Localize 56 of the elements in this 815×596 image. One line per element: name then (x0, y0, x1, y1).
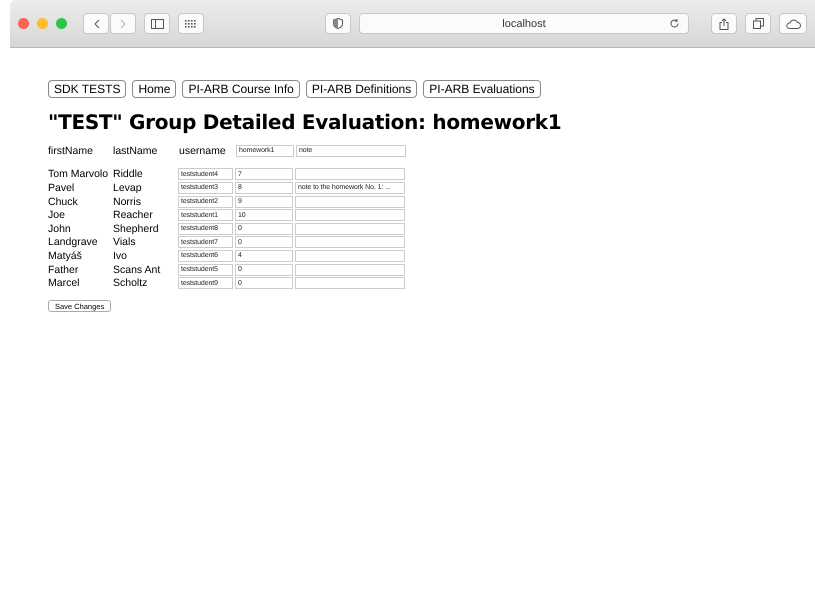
chevron-right-icon (120, 18, 126, 28)
tabs-icon (752, 18, 764, 29)
tabs-button[interactable] (745, 13, 771, 34)
nav-button[interactable]: PI-ARB Course Info (182, 80, 300, 98)
reload-icon[interactable] (669, 18, 680, 29)
sidebar-button[interactable] (144, 13, 170, 34)
first-name: Pavel (48, 182, 76, 194)
column-header: lastName (113, 144, 158, 157)
last-name: Vials (113, 236, 137, 248)
column-header: firstName (48, 144, 94, 157)
note-field[interactable] (295, 222, 405, 235)
last-name: Levap (113, 182, 143, 194)
last-name: Norris (113, 196, 142, 208)
last-name: Reacher (113, 209, 154, 222)
last-name: Ivo (113, 250, 128, 262)
first-name: Joe (48, 209, 66, 222)
first-name: Tom Marvolo (48, 168, 110, 180)
share-icon (719, 18, 729, 30)
cloud-icon (785, 18, 801, 28)
address-bar[interactable]: localhost (359, 13, 689, 34)
last-name: Scholtz (113, 277, 148, 290)
chevron-left-icon (92, 18, 100, 28)
back-button[interactable] (83, 13, 109, 34)
first-name: Father (48, 264, 80, 276)
column-header: username (179, 144, 227, 157)
note-field[interactable] (295, 196, 405, 208)
close-icon[interactable] (18, 18, 29, 29)
sidebar-icon (150, 18, 164, 28)
cloud-button[interactable] (779, 13, 807, 34)
nav-button[interactable]: SDK TESTS (48, 80, 126, 98)
last-name: Shepherd (113, 222, 160, 235)
first-name: John (48, 222, 72, 235)
note-field[interactable] (295, 236, 405, 248)
note-field[interactable] (295, 264, 405, 276)
grid-button[interactable] (178, 13, 204, 34)
last-name: Riddle (113, 168, 144, 180)
nav-button[interactable]: Home (132, 80, 176, 98)
note-field[interactable] (295, 209, 405, 222)
nav-button[interactable]: PI-ARB Evaluations (423, 80, 541, 98)
forward-button[interactable] (110, 13, 136, 34)
share-button[interactable] (711, 13, 737, 34)
first-name: Chuck (48, 196, 79, 208)
last-name: Scans Ant (113, 264, 162, 276)
page-title: "TEST" Group Detailed Evaluation: homework1 (48, 110, 562, 134)
maximize-icon[interactable] (56, 18, 67, 29)
note-field[interactable] (295, 277, 405, 290)
first-name: Landgrave (48, 236, 99, 248)
nav-button[interactable]: PI-ARB Definitions (306, 80, 418, 98)
first-name: Marcel (48, 277, 81, 290)
minimize-icon[interactable] (37, 18, 48, 29)
privacy-button[interactable] (325, 13, 351, 34)
shield-icon (333, 18, 343, 29)
note-field[interactable] (295, 168, 405, 180)
note-field[interactable] (295, 250, 405, 262)
first-name: Matyáš (48, 250, 83, 262)
grid-icon (185, 20, 197, 28)
